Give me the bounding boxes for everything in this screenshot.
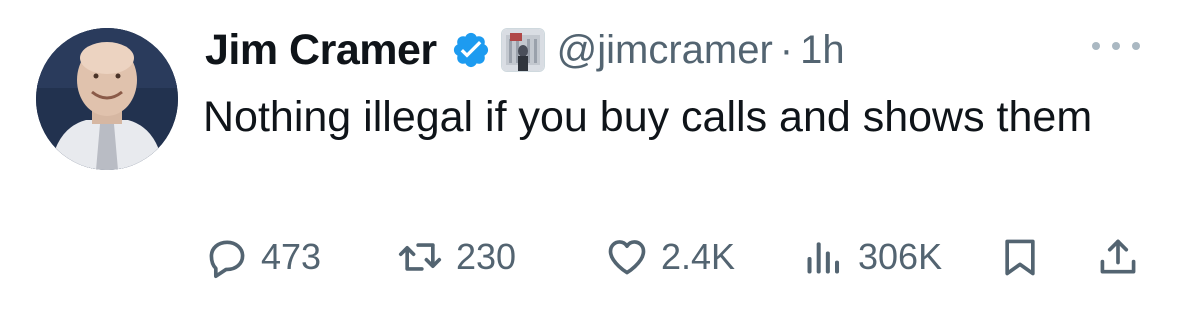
more-dot — [1092, 42, 1100, 50]
more-dot — [1132, 42, 1140, 50]
share-icon — [1096, 235, 1140, 279]
affiliate-badge-icon[interactable] — [500, 28, 545, 72]
reply-count: 473 — [261, 236, 322, 277]
more-dot — [1112, 42, 1120, 50]
retweet-button[interactable]: 230 — [396, 232, 516, 282]
tweet-header: Jim Cramer @jimcramer · 1h — [205, 22, 845, 78]
timestamp[interactable]: 1h — [800, 28, 845, 73]
separator-dot: · — [779, 27, 794, 72]
avatar[interactable] — [36, 28, 178, 170]
bookmark-icon — [998, 235, 1042, 279]
verified-badge-icon[interactable] — [451, 30, 491, 70]
views-button[interactable]: 306K — [802, 232, 942, 282]
share-button[interactable] — [1096, 232, 1140, 282]
reply-button[interactable]: 473 — [205, 232, 321, 282]
tweet-text: Nothing illegal if you buy calls and sho… — [203, 93, 1093, 141]
views-bar-chart-icon — [802, 235, 846, 279]
retweet-count: 230 — [456, 236, 517, 277]
tweet-card[interactable]: Jim Cramer @jimcramer · 1h Nothing illeg… — [0, 0, 1178, 313]
action-bar: 473 230 2.4K 306K — [0, 232, 1178, 282]
like-count: 2.4K — [661, 236, 736, 277]
retweet-icon — [396, 235, 444, 279]
heart-icon — [605, 235, 649, 279]
user-handle[interactable]: @jimcramer — [557, 28, 773, 73]
bookmark-button[interactable] — [998, 232, 1042, 282]
reply-icon — [205, 235, 249, 279]
display-name[interactable]: Jim Cramer — [205, 26, 437, 75]
more-options-icon[interactable] — [1092, 34, 1140, 58]
like-button[interactable]: 2.4K — [605, 232, 735, 282]
views-count: 306K — [858, 236, 943, 277]
